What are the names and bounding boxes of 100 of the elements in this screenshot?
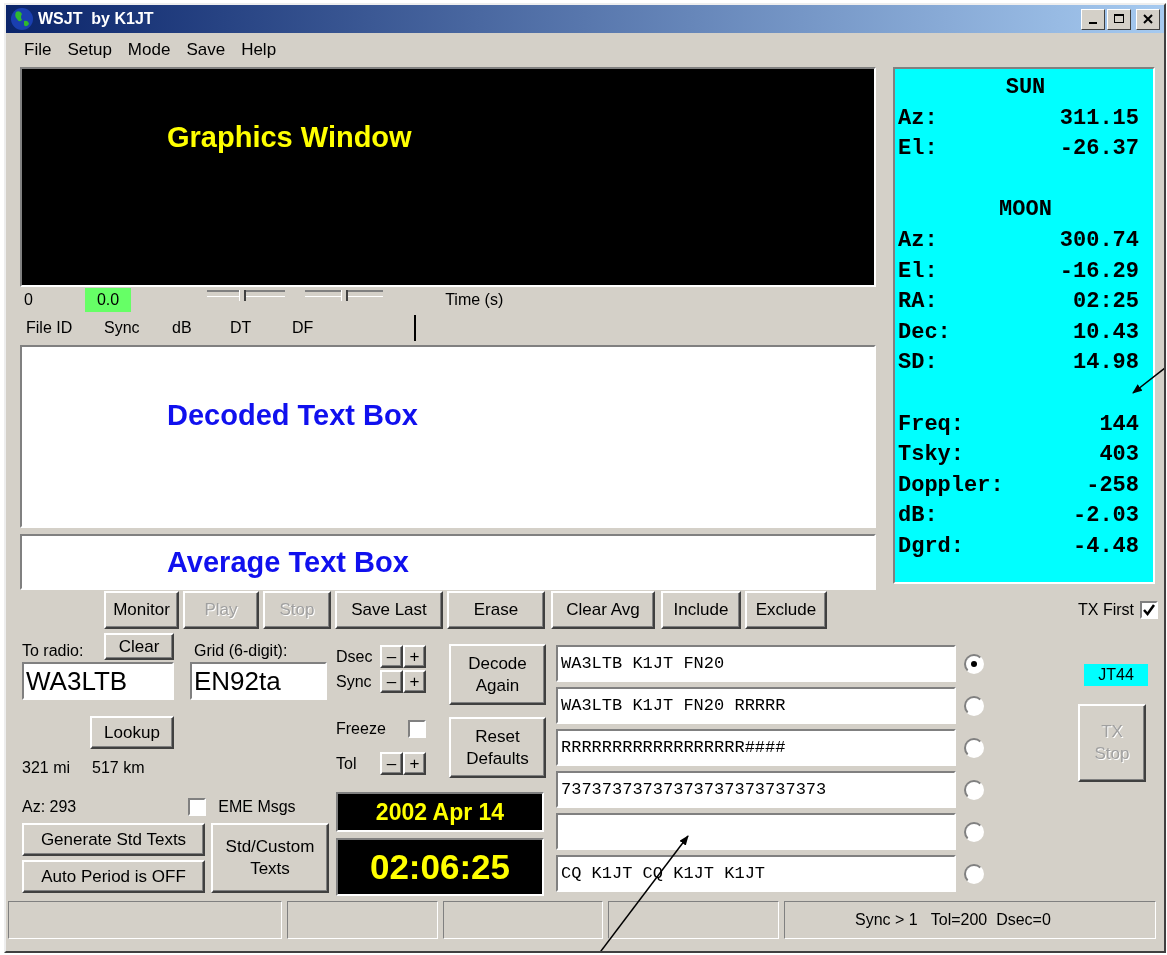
scale-start: 0 [24,291,33,309]
freeze-checkbox[interactable] [408,719,426,738]
maximize-button[interactable] [1107,8,1131,30]
message-field[interactable]: RRRRRRRRRRRRRRRRRR#### [556,729,956,766]
date-display: 2002 Apr 14 [336,792,544,832]
column-header: Sync [104,319,140,337]
astro-label: Tsky: [898,441,964,470]
tol-label: Tol [336,754,358,773]
callsign-field[interactable]: WA3LTB [22,662,174,700]
column-header: dB [172,319,192,337]
freeze-label: Freeze [336,719,387,738]
astro-value: 300.74 [1059,226,1139,255]
tx-first-checkbox[interactable] [1140,601,1158,619]
menu-item[interactable]: Help [233,40,285,60]
mode-badge: JT44 [1084,664,1148,686]
astro-value: 10.43 [1073,318,1139,347]
grid-label: Grid (6-digit): [194,642,288,660]
reset-defaults-button[interactable]: Reset Defaults [449,717,546,778]
decrement-button[interactable]: – [380,670,403,693]
message-field[interactable]: WA3LTB K1JT FN20 RRRRR [556,687,956,724]
astro-label: Dgrd: [898,532,964,561]
azimuth-text: Az: 293 [22,798,77,816]
average-text-box-label: Average Text Box [167,546,409,579]
column-header: File ID [26,319,73,337]
globe-icon [10,7,34,31]
stepper-label: Dsec [336,647,374,666]
radio-button[interactable] [964,695,984,716]
menu-item[interactable]: Setup [59,40,120,60]
grid-field[interactable]: EN92ta [190,662,327,700]
annotation-arrow [1132,367,1164,394]
graphics-window-label: Graphics Window [167,121,412,155]
axis-label: Time (s) [445,291,504,309]
astro-value: -4.48 [1073,532,1139,561]
astro-label: Dec: [898,318,951,347]
status-text: Sync > 1 Tol=200 Dsec=0 [784,901,1156,939]
maximize-icon [1114,14,1124,24]
stepper-label: Sync [336,672,373,691]
astro-value: -2.03 [1073,502,1139,531]
menu-item[interactable]: Mode [119,40,179,60]
minimize-icon [1089,21,1097,24]
menu-item[interactable]: Save [178,40,234,60]
radio-button[interactable] [964,863,984,884]
column-header: DF [292,319,314,337]
close-button[interactable] [1136,8,1160,30]
astro-label: Doppler: [898,471,1004,500]
to-radio-label: To radio: [22,642,85,660]
close-icon [1143,14,1153,24]
tx-first-label: TX First [1078,601,1134,619]
astro-label: El: [898,135,938,164]
radio-button[interactable] [964,779,984,800]
message-field[interactable]: WA3LTB K1JT FN20 [556,645,956,682]
radio-button[interactable] [964,653,984,674]
astro-label: Freq: [898,410,964,439]
toolbar-button[interactable]: Clear Avg [551,591,655,629]
eme-msgs-label: EME Msgs [218,798,296,816]
lookup-button[interactable]: Lookup [90,716,174,749]
decode-again-button[interactable]: Decode Again [449,644,546,705]
section-title: MOON [998,196,1053,225]
toolbar-button[interactable]: Include [661,591,741,629]
radio-button[interactable] [964,821,984,842]
distance-km: 517 km [92,759,145,776]
section-title: SUN [1004,74,1047,102]
decrement-button[interactable]: – [380,752,403,775]
minimize-button[interactable] [1081,8,1105,30]
astro-value: 144 [1099,410,1139,439]
astro-label: dB: [898,502,938,531]
scale-value: 0.0 [84,288,132,312]
astro-value: 14.98 [1073,349,1139,378]
eme-msgs-checkbox[interactable] [188,798,207,816]
std-custom-texts-button[interactable]: Std/Custom Texts [211,823,329,893]
decrement-button[interactable]: – [380,645,403,668]
time-display: 02:06:25 [336,838,544,896]
auto-period-button[interactable]: Auto Period is OFF [22,860,205,893]
increment-button[interactable]: + [403,670,426,693]
astro-value: -258 [1086,471,1139,500]
increment-button[interactable]: + [403,645,426,668]
radio-button[interactable] [964,737,984,758]
astro-value: 02:25 [1073,288,1139,317]
clear-button[interactable]: Clear [104,633,174,660]
astro-label: SD: [898,349,938,378]
astro-label: RA: [898,288,938,317]
column-header: DT [230,319,252,337]
astro-value: -16.29 [1059,257,1139,286]
astro-value: 403 [1099,441,1139,470]
decoded-text-box-label: Decoded Text Box [167,399,418,432]
message-field[interactable]: 73737373737373737373737373 [556,771,956,808]
menu-item[interactable]: File [16,40,60,60]
toolbar-button[interactable]: Exclude [745,591,827,629]
astro-label: Az: [898,104,938,133]
increment-button[interactable]: + [403,752,426,775]
astro-value: 311.15 [1059,104,1139,133]
toolbar-button[interactable]: Save Last [335,591,443,629]
window-title: WSJT by K1JT [38,10,154,28]
toolbar-button[interactable]: Monitor [104,591,179,629]
distance-miles: 321 mi [22,759,71,776]
message-field[interactable] [556,813,956,850]
astro-value: -26.37 [1059,135,1139,164]
toolbar-button[interactable]: Erase [447,591,545,629]
astro-label: El: [898,257,938,286]
generate-std-texts-button[interactable]: Generate Std Texts [22,823,205,856]
